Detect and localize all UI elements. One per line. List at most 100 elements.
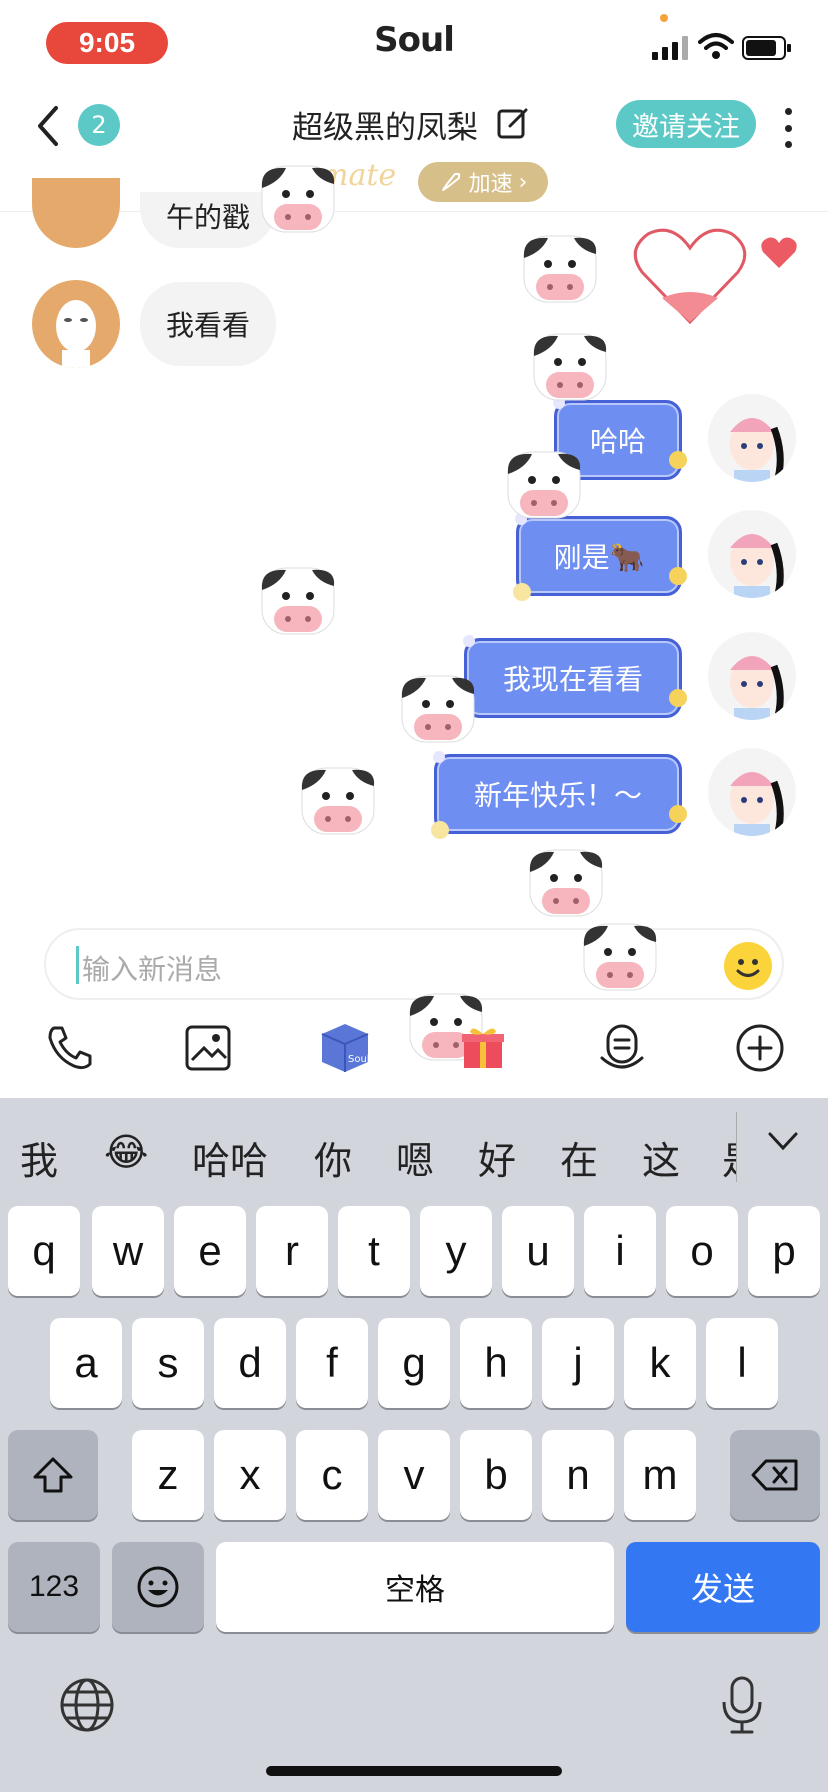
unread-count-badge[interactable]: 2 [78, 104, 120, 146]
microphone-icon[interactable] [720, 1676, 764, 1736]
delete-key[interactable] [730, 1430, 820, 1520]
space-key[interactable]: 空格 [216, 1542, 614, 1632]
cow-emoji-icon [261, 567, 335, 635]
privacy-indicator-dot [660, 14, 668, 22]
suggestion[interactable]: 哈哈 [192, 1130, 268, 1185]
gift-icon[interactable] [460, 1024, 506, 1070]
girl-avatar-icon [730, 656, 784, 720]
key-p[interactable]: p [748, 1206, 820, 1296]
invite-follow-button[interactable]: 邀请关注 [616, 100, 756, 148]
key-y[interactable]: y [420, 1206, 492, 1296]
keyboard: 我 😂 哈哈 你 嗯 好 在 这 是 q w e r t y u i o p a… [0, 1098, 828, 1792]
soul-box-icon[interactable]: Soul [316, 1018, 374, 1076]
cow-emoji-icon [523, 235, 597, 303]
message-bubble-sent[interactable]: 新年快乐！～ [431, 751, 687, 839]
emoji-face-icon [137, 1566, 179, 1608]
message-text: 我看看 [166, 309, 251, 342]
suggestion[interactable]: 好 [478, 1130, 516, 1185]
message-text: 刚是🐂 [553, 541, 645, 574]
key-w[interactable]: w [92, 1206, 164, 1296]
globe-icon[interactable] [58, 1676, 116, 1734]
cow-emoji-icon [507, 451, 581, 519]
avatar[interactable] [32, 280, 120, 368]
my-avatar[interactable] [708, 748, 796, 836]
plus-icon[interactable] [734, 1022, 786, 1074]
edit-icon[interactable] [496, 106, 530, 140]
key-d[interactable]: d [214, 1318, 286, 1408]
message-text: 新年快乐！～ [473, 779, 642, 812]
smiley-emoji-icon[interactable] [724, 942, 772, 990]
soul-box-label: Soul [348, 1054, 370, 1065]
back-arrow-icon[interactable] [30, 104, 66, 148]
key-t[interactable]: t [338, 1206, 410, 1296]
message-bubble-received[interactable]: 我看看 [140, 282, 277, 366]
cellular-signal-icon [652, 36, 688, 60]
heart-effect-icon [633, 228, 747, 325]
message-text: 哈哈 [589, 425, 646, 458]
key-j[interactable]: j [542, 1318, 614, 1408]
like-heart-icon[interactable] [760, 236, 798, 270]
more-options-icon[interactable] [776, 108, 800, 148]
send-key[interactable]: 发送 [626, 1542, 820, 1632]
boost-label: 加速 [468, 172, 513, 197]
suggestion[interactable]: 嗯 [396, 1130, 434, 1185]
suggestion[interactable]: 这 [642, 1130, 680, 1185]
phone-icon[interactable] [44, 1022, 96, 1074]
suggestion[interactable]: 你 [314, 1130, 352, 1185]
suggestion-bar: 我 😂 哈哈 你 嗯 好 在 这 是 [0, 1098, 828, 1208]
cow-emoji-icon [529, 849, 603, 917]
message-bubble-sent[interactable]: 我现在看看 [463, 635, 687, 718]
cow-emoji-icon [583, 923, 657, 991]
chat-header: 2 超级黑的凤梨 邀请关注 mate 加速 › [0, 88, 828, 212]
voice-icon[interactable] [596, 1022, 648, 1074]
suggestion[interactable]: 在 [560, 1130, 598, 1185]
app-name: Soul [374, 20, 455, 60]
key-o[interactable]: o [666, 1206, 738, 1296]
chat-title[interactable]: 超级黑的凤梨 [292, 102, 478, 147]
key-n[interactable]: n [542, 1430, 614, 1520]
my-avatar[interactable] [708, 394, 796, 482]
divider [736, 1112, 737, 1182]
key-i[interactable]: i [584, 1206, 656, 1296]
battery-icon [742, 36, 791, 60]
key-m[interactable]: m [624, 1430, 696, 1520]
key-g[interactable]: g [378, 1318, 450, 1408]
home-indicator [266, 1766, 562, 1776]
cow-emoji-icon [533, 333, 607, 401]
key-f[interactable]: f [296, 1318, 368, 1408]
key-u[interactable]: u [502, 1206, 574, 1296]
key-z[interactable]: z [132, 1430, 204, 1520]
key-b[interactable]: b [460, 1430, 532, 1520]
shift-key[interactable] [8, 1430, 98, 1520]
key-e[interactable]: e [174, 1206, 246, 1296]
message-bubble-sent[interactable]: 刚是🐂 [513, 513, 687, 601]
my-avatar[interactable] [708, 632, 796, 720]
key-k[interactable]: k [624, 1318, 696, 1408]
boost-button[interactable]: 加速 › [418, 162, 548, 202]
emoji-key[interactable] [112, 1542, 204, 1632]
key-a[interactable]: a [50, 1318, 122, 1408]
cow-emoji-icon [401, 675, 475, 743]
status-time[interactable]: 9:05 [46, 22, 168, 64]
numbers-key[interactable]: 123 [8, 1542, 100, 1632]
key-v[interactable]: v [378, 1430, 450, 1520]
key-r[interactable]: r [256, 1206, 328, 1296]
key-l[interactable]: l [706, 1318, 778, 1408]
avatar[interactable] [32, 178, 120, 248]
key-x[interactable]: x [214, 1430, 286, 1520]
suggestion[interactable]: 是 [722, 1130, 736, 1185]
message-text: 午的戳 [166, 201, 251, 234]
key-q[interactable]: q [8, 1206, 80, 1296]
text-caret [76, 946, 79, 984]
chevron-right-icon: › [518, 169, 528, 195]
key-s[interactable]: s [132, 1318, 204, 1408]
suggestion[interactable]: 我 [20, 1130, 58, 1185]
backspace-icon [751, 1459, 798, 1491]
image-icon[interactable] [182, 1022, 234, 1074]
wifi-icon [698, 33, 734, 59]
key-c[interactable]: c [296, 1430, 368, 1520]
suggestion[interactable]: 😂 [104, 1130, 148, 1174]
my-avatar[interactable] [708, 510, 796, 598]
key-h[interactable]: h [460, 1318, 532, 1408]
chevron-down-icon[interactable] [766, 1126, 800, 1156]
